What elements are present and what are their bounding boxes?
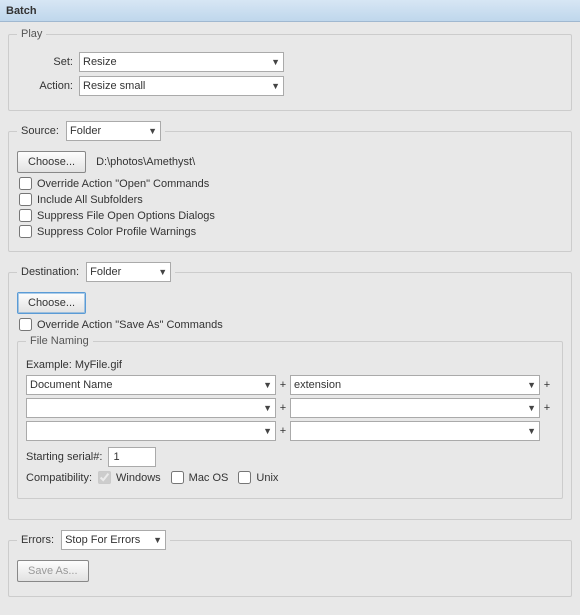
override-open-checkbox[interactable] <box>19 177 32 190</box>
suppress-fileopen-checkbox[interactable] <box>19 209 32 222</box>
action-label: Action: <box>17 80 73 92</box>
destination-group: Destination: Folder▼ Choose... Override … <box>8 262 572 520</box>
set-select[interactable]: Resize▼ <box>79 52 284 72</box>
errors-legend-row: Errors: Stop For Errors▼ <box>17 530 170 550</box>
destination-choose-button[interactable]: Choose... <box>17 292 86 314</box>
chevron-down-icon: ▼ <box>263 380 272 390</box>
naming-field-4[interactable]: ▼ <box>290 398 540 418</box>
file-naming-group: File Naming Example: MyFile.gif Document… <box>17 335 563 499</box>
file-naming-legend: File Naming <box>26 335 93 347</box>
source-legend-row: Source: Folder▼ <box>17 121 165 141</box>
starting-serial-label: Starting serial#: <box>26 451 102 463</box>
destination-legend-row: Destination: Folder▼ <box>17 262 175 282</box>
suppress-colorprofile-label: Suppress Color Profile Warnings <box>37 226 196 238</box>
errors-group: Errors: Stop For Errors▼ Save As... <box>8 530 572 597</box>
errors-select[interactable]: Stop For Errors▼ <box>61 530 166 550</box>
starting-serial-input[interactable] <box>108 447 156 467</box>
compat-macos-label: Mac OS <box>189 472 229 484</box>
chevron-down-icon: ▼ <box>527 426 536 436</box>
compatibility-label: Compatibility: <box>26 472 92 484</box>
chevron-down-icon: ▼ <box>158 267 167 277</box>
naming-field-1[interactable]: Document Name▼ <box>26 375 276 395</box>
chevron-down-icon: ▼ <box>271 57 280 67</box>
example-value: MyFile.gif <box>75 359 122 371</box>
compat-unix-label: Unix <box>256 472 278 484</box>
override-open-label: Override Action "Open" Commands <box>37 178 209 190</box>
window-title: Batch <box>0 0 580 22</box>
errors-label: Errors: <box>21 534 54 546</box>
override-saveas-label: Override Action "Save As" Commands <box>37 319 223 331</box>
chevron-down-icon: ▼ <box>527 380 536 390</box>
plus-icon: + <box>276 402 290 414</box>
plus-icon: + <box>540 379 554 391</box>
source-path: D:\photos\Amethyst\ <box>96 156 195 168</box>
naming-field-6[interactable]: ▼ <box>290 421 540 441</box>
plus-icon: + <box>276 425 290 437</box>
chevron-down-icon: ▼ <box>263 426 272 436</box>
source-label: Source: <box>21 125 59 137</box>
override-saveas-checkbox[interactable] <box>19 318 32 331</box>
plus-icon: + <box>540 402 554 414</box>
chevron-down-icon: ▼ <box>153 535 162 545</box>
chevron-down-icon: ▼ <box>148 126 157 136</box>
include-subfolders-checkbox[interactable] <box>19 193 32 206</box>
play-legend: Play <box>17 28 46 40</box>
include-subfolders-label: Include All Subfolders <box>37 194 143 206</box>
chevron-down-icon: ▼ <box>527 403 536 413</box>
play-group: Play Set: Resize▼ Action: Resize small▼ <box>8 28 572 111</box>
chevron-down-icon: ▼ <box>271 81 280 91</box>
destination-label: Destination: <box>21 266 79 278</box>
suppress-colorprofile-checkbox[interactable] <box>19 225 32 238</box>
source-choose-button[interactable]: Choose... <box>17 151 86 173</box>
compat-windows-checkbox <box>98 471 111 484</box>
naming-field-3[interactable]: ▼ <box>26 398 276 418</box>
source-group: Source: Folder▼ Choose... D:\photos\Amet… <box>8 121 572 252</box>
set-label: Set: <box>17 56 73 68</box>
chevron-down-icon: ▼ <box>263 403 272 413</box>
naming-field-5[interactable]: ▼ <box>26 421 276 441</box>
suppress-fileopen-label: Suppress File Open Options Dialogs <box>37 210 215 222</box>
source-select[interactable]: Folder▼ <box>66 121 161 141</box>
destination-select[interactable]: Folder▼ <box>86 262 171 282</box>
action-select[interactable]: Resize small▼ <box>79 76 284 96</box>
example-label: Example: <box>26 359 72 371</box>
plus-icon: + <box>276 379 290 391</box>
naming-field-2[interactable]: extension▼ <box>290 375 540 395</box>
compat-macos-checkbox[interactable] <box>171 471 184 484</box>
compat-unix-checkbox[interactable] <box>238 471 251 484</box>
compat-windows-label: Windows <box>116 472 161 484</box>
save-as-button: Save As... <box>17 560 89 582</box>
